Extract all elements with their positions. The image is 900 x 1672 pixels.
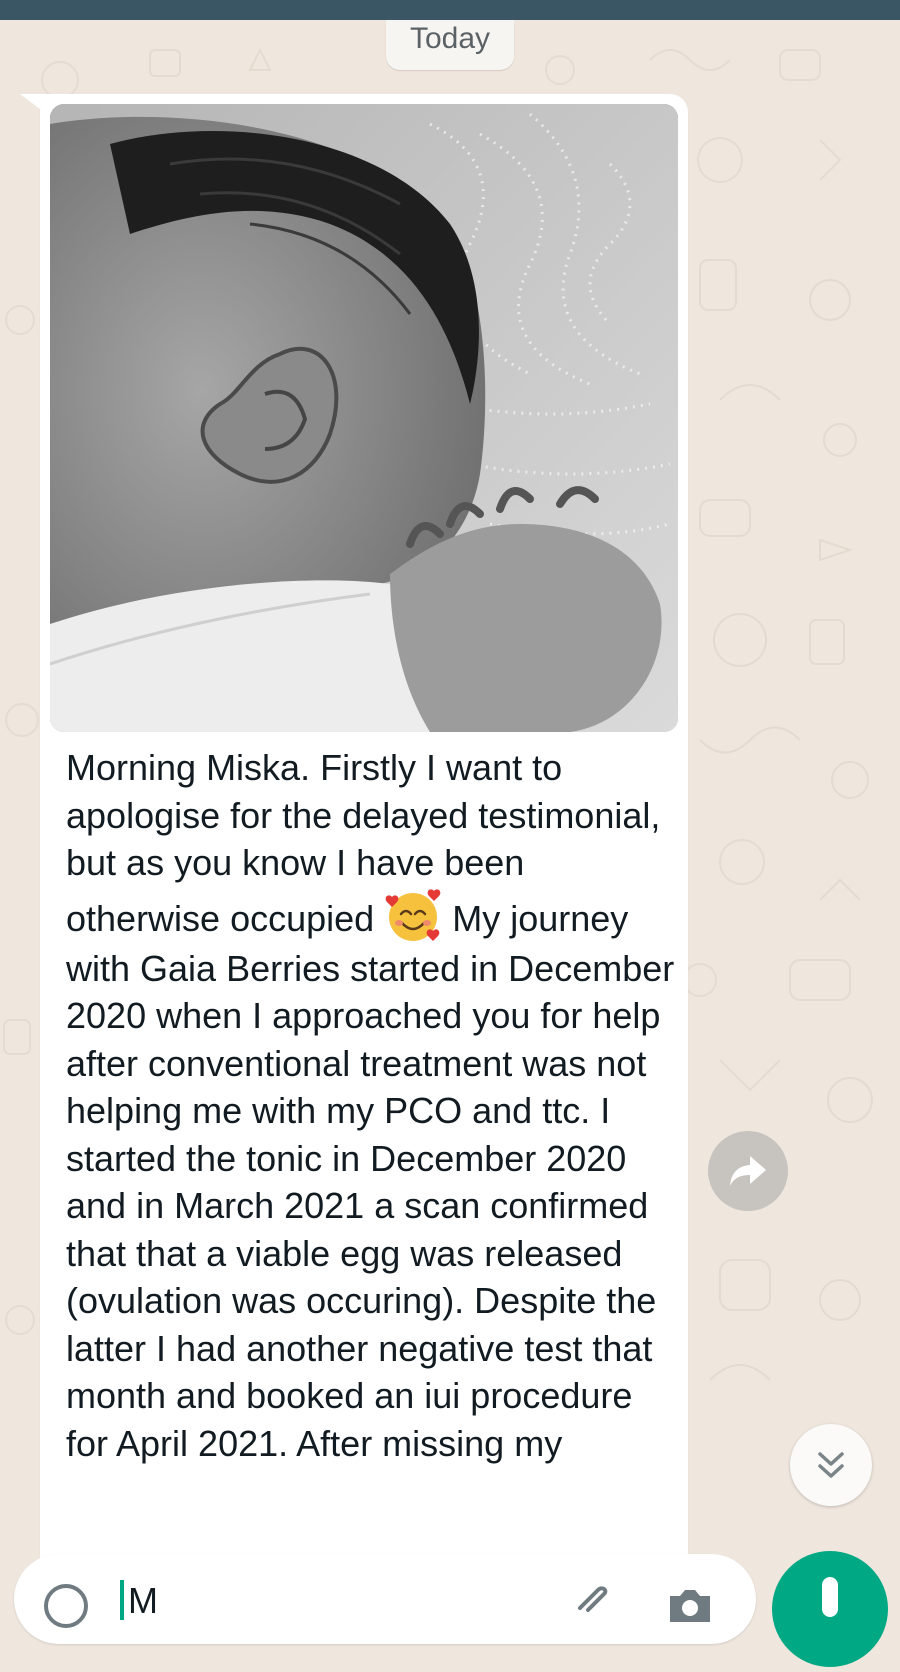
mic-button[interactable] — [772, 1551, 888, 1667]
smiling-face-with-hearts-icon — [385, 888, 441, 941]
forward-arrow-icon — [730, 1156, 766, 1186]
attach-icon[interactable] — [570, 1578, 618, 1626]
emoji-icon[interactable] — [42, 1582, 90, 1630]
double-chevron-down-icon — [818, 1452, 844, 1478]
text-cursor — [120, 1580, 124, 1620]
status-bar — [0, 0, 900, 20]
scroll-to-bottom-button[interactable] — [790, 1424, 872, 1506]
message-text-part2: My journey with Gaia Berries started in … — [66, 897, 675, 1464]
message-input[interactable] — [128, 1576, 538, 1626]
date-separator: Today — [386, 20, 514, 70]
camera-icon[interactable] — [664, 1580, 716, 1628]
incoming-message-bubble[interactable]: Morning Miska. Firstly I want to apologi… — [40, 94, 688, 1594]
forward-button[interactable] — [708, 1131, 788, 1211]
mic-icon — [822, 1577, 838, 1617]
newborn-baby-photo-image — [50, 104, 678, 732]
message-composer — [14, 1554, 756, 1644]
message-photo[interactable] — [50, 104, 678, 732]
message-text: Morning Miska. Firstly I want to apologi… — [66, 744, 678, 1467]
